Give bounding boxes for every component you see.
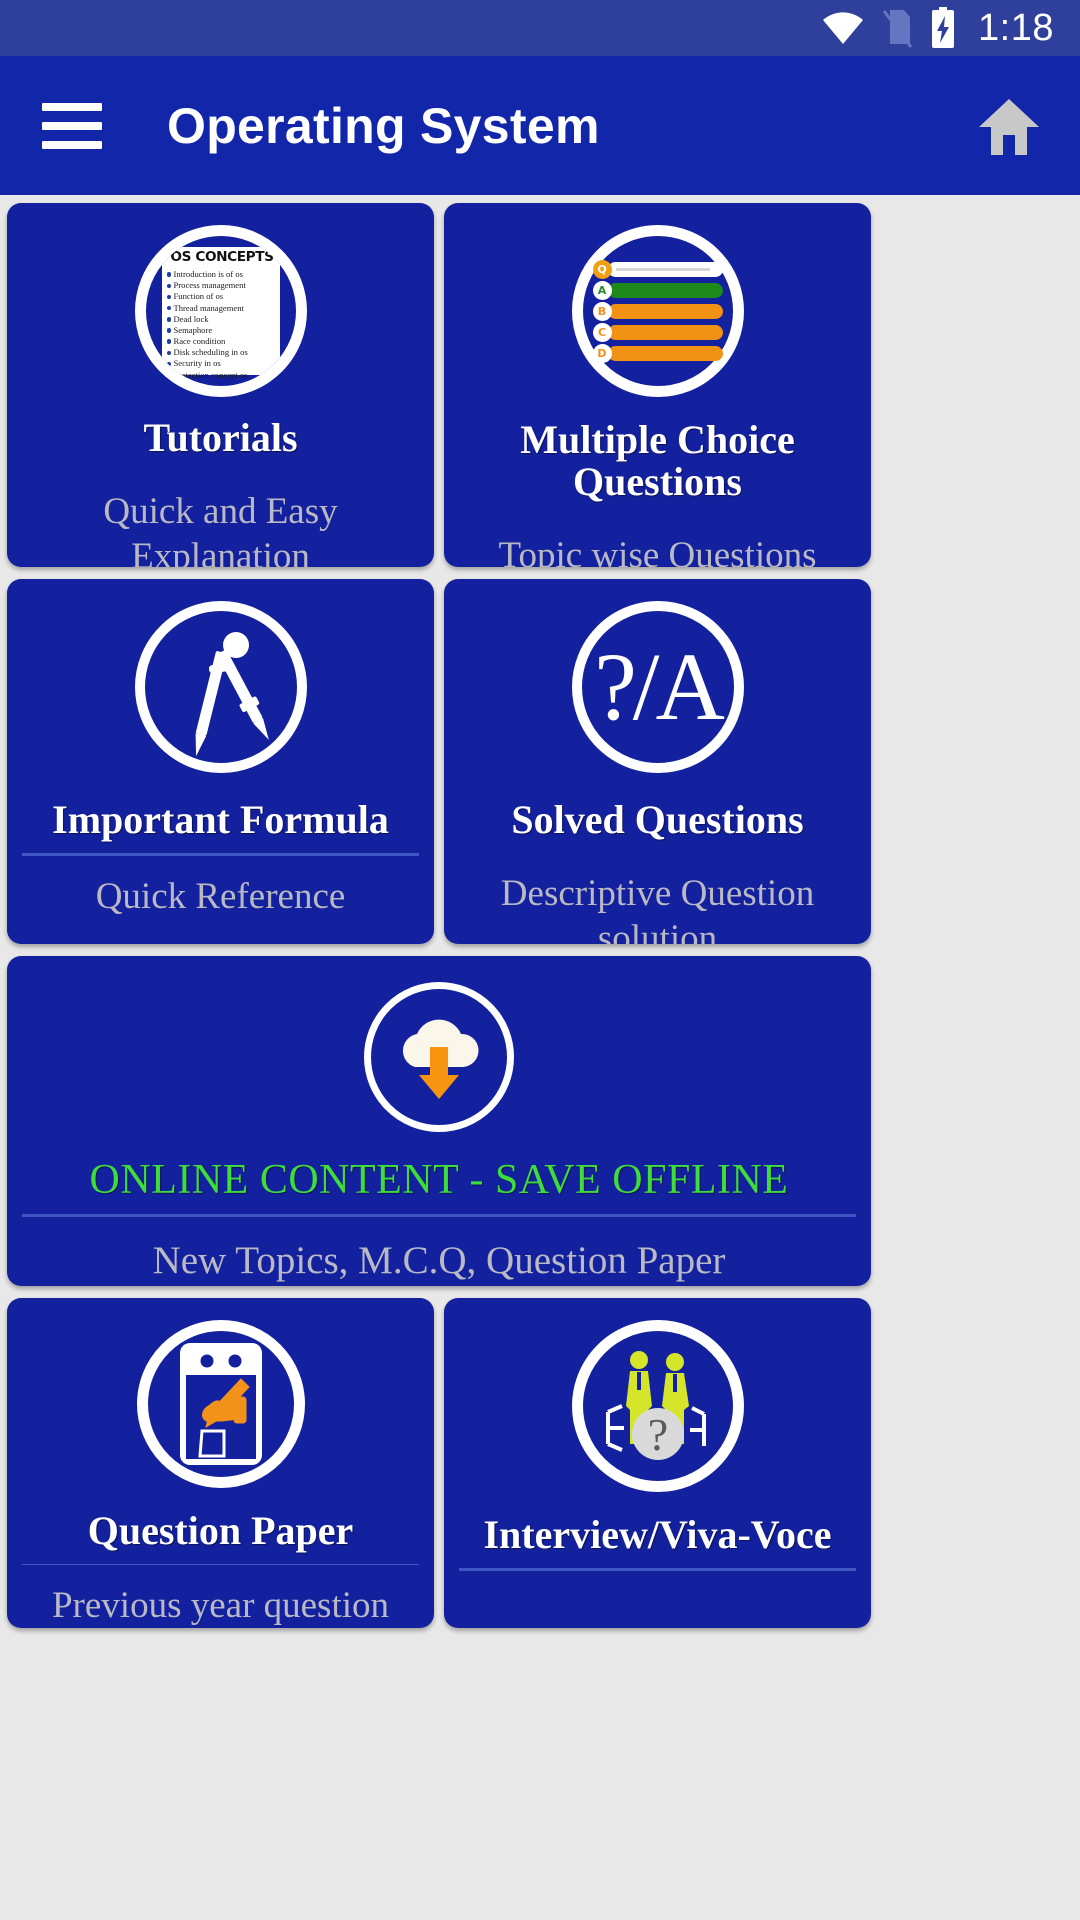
card-subtitle: Quick Reference — [95, 876, 346, 917]
no-sim-icon — [882, 8, 913, 48]
interview-people-icon: ? — [571, 1320, 744, 1492]
multiple-choice-list-icon: Q A B C D — [571, 225, 744, 397]
os-item: Security in os — [173, 358, 221, 369]
os-concepts-list-icon: OS CONCEPTS Introduction is of os Proces… — [134, 225, 307, 397]
status-bar: 1:18 — [0, 0, 1080, 56]
card-subtitle: Topic wise Questions — [498, 535, 817, 567]
wifi-icon — [822, 12, 864, 44]
app-bar: Operating System — [0, 56, 1080, 195]
battery-charging-icon — [930, 7, 956, 49]
os-item: Disk scheduling in os — [173, 347, 248, 358]
card-subtitle: New Topics, M.C.Q, Question Paper — [152, 1239, 726, 1283]
card-subtitle — [644, 1571, 672, 1589]
menu-line-2 — [42, 121, 102, 130]
status-time: 1:18 — [978, 6, 1054, 49]
question-answer-glyph: ?/A — [594, 633, 725, 740]
card-important-formula[interactable]: Important Formula Quick Reference — [7, 579, 434, 944]
card-subtitle: Previous year question — [51, 1584, 390, 1626]
menu-line-1 — [42, 102, 102, 111]
os-concepts-heading: OS CONCEPTS — [169, 250, 274, 265]
card-solved-questions[interactable]: ?/A Solved Questions Descriptive Questio… — [444, 579, 871, 944]
card-title: ONLINE CONTENT - SAVE OFFLINE — [89, 1157, 789, 1203]
os-item: Race condition — [173, 336, 226, 347]
card-interview-viva-voce[interactable]: ? Interview/Viva-Voce — [444, 1298, 871, 1628]
mcq-badge-c: C — [592, 322, 612, 342]
card-online-content[interactable]: ONLINE CONTENT - SAVE OFFLINE New Topics… — [7, 956, 871, 1286]
hamburger-menu-icon[interactable] — [42, 102, 102, 149]
card-title: Important Formula — [52, 797, 389, 842]
os-item: Function of os — [173, 291, 224, 302]
os-item: Introduction is of os — [173, 269, 243, 279]
os-item: Process management — [173, 280, 246, 291]
question-answer-icon: ?/A — [571, 601, 744, 773]
os-item: Thread management — [173, 302, 244, 313]
card-title: Solved Questions — [511, 797, 804, 842]
menu-line-3 — [42, 140, 102, 149]
card-title: Multiple Choice Questions — [520, 417, 795, 504]
card-subtitle: Descriptive Question solution — [500, 873, 815, 944]
card-tutorials[interactable]: OS CONCEPTS Introduction is of os Proces… — [7, 203, 434, 567]
card-title: Question Paper — [87, 1508, 354, 1553]
card-title: Tutorials — [143, 415, 298, 460]
card-title: Interview/Viva-Voce — [483, 1512, 832, 1557]
card-grid: OS CONCEPTS Introduction is of os Proces… — [0, 195, 1080, 1628]
mcq-badge-b: B — [592, 301, 612, 321]
home-icon[interactable] — [974, 91, 1044, 161]
os-item: Semaphore — [173, 324, 213, 335]
cloud-download-icon — [364, 982, 514, 1132]
mcq-badge-q: Q — [592, 259, 612, 279]
os-item: Protection concept os — [173, 369, 248, 380]
page-title: Operating System — [167, 97, 600, 154]
mcq-badge-d: D — [592, 343, 612, 363]
card-question-paper[interactable]: Question Paper Previous year question — [7, 1298, 434, 1628]
mcq-badge-a: A — [592, 280, 612, 300]
card-multiple-choice-questions[interactable]: Q A B C D Multiple Choice Questions Topi… — [444, 203, 871, 567]
compass-divider-icon — [134, 601, 307, 773]
hand-writing-paper-icon — [136, 1320, 305, 1488]
card-subtitle: Quick and Easy Explanation — [103, 491, 338, 567]
os-item: Dead lock — [173, 313, 209, 324]
svg-text:?: ? — [647, 1409, 667, 1460]
